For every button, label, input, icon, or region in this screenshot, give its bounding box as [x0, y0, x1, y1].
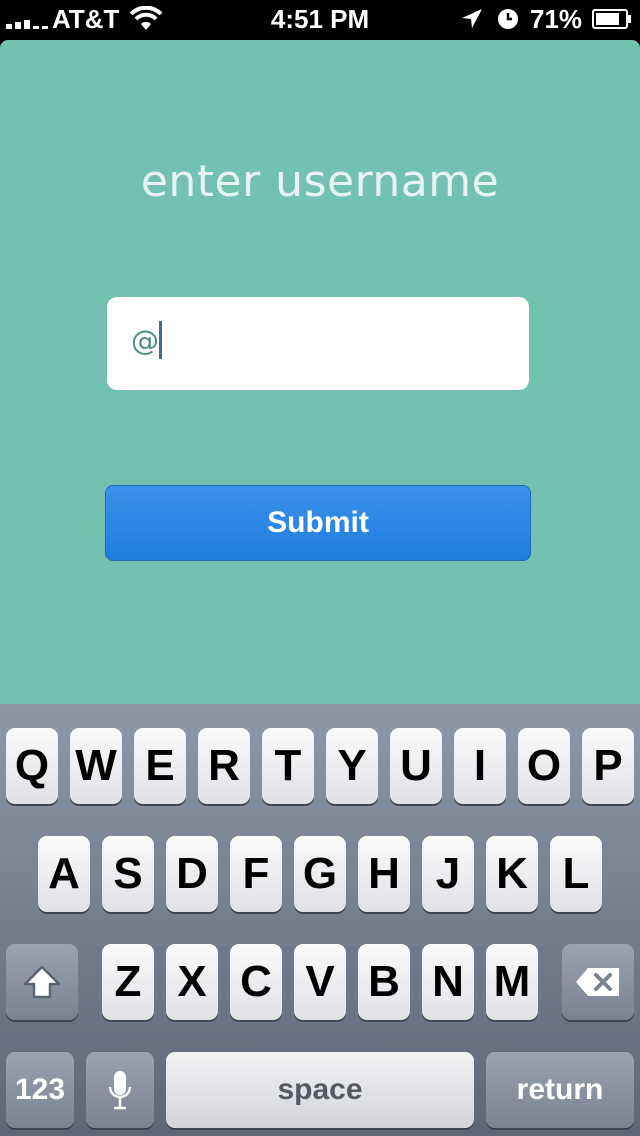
key-w[interactable]: W: [70, 728, 122, 804]
battery-percentage: 71%: [530, 4, 583, 34]
shift-key[interactable]: [6, 944, 78, 1020]
key-m[interactable]: M: [486, 944, 538, 1020]
key-e[interactable]: E: [134, 728, 186, 804]
username-input-value: @: [131, 324, 159, 357]
key-u[interactable]: U: [390, 728, 442, 804]
key-q[interactable]: Q: [6, 728, 58, 804]
location-arrow-icon: [462, 9, 482, 28]
alarm-clock-icon: [498, 9, 518, 29]
onscreen-keyboard: Q W E R T Y U I O P A S D F G H J K L Z …: [0, 704, 640, 1136]
numbers-key[interactable]: 123: [6, 1052, 74, 1128]
return-key[interactable]: return: [486, 1052, 634, 1128]
backspace-icon: [576, 968, 619, 996]
key-d[interactable]: D: [166, 836, 218, 912]
username-field[interactable]: @: [107, 297, 529, 390]
key-v[interactable]: V: [294, 944, 346, 1020]
key-z[interactable]: Z: [102, 944, 154, 1020]
key-l[interactable]: L: [550, 836, 602, 912]
key-s[interactable]: S: [102, 836, 154, 912]
page-title: enter username: [140, 156, 500, 207]
key-i[interactable]: I: [454, 728, 506, 804]
microphone-icon: [108, 1071, 132, 1110]
key-c[interactable]: C: [230, 944, 282, 1020]
key-n[interactable]: N: [422, 944, 474, 1020]
app-screen: enter username @ Submit: [0, 40, 640, 704]
key-g[interactable]: G: [294, 836, 346, 912]
key-x[interactable]: X: [166, 944, 218, 1020]
key-h[interactable]: H: [358, 836, 410, 912]
space-key[interactable]: space: [166, 1052, 474, 1128]
key-k[interactable]: K: [486, 836, 538, 912]
battery-icon: [592, 9, 631, 29]
dictation-key[interactable]: [86, 1052, 154, 1128]
key-b[interactable]: B: [358, 944, 410, 1020]
delete-key[interactable]: [562, 944, 634, 1020]
key-y[interactable]: Y: [326, 728, 378, 804]
key-p[interactable]: P: [582, 728, 634, 804]
key-a[interactable]: A: [38, 836, 90, 912]
submit-button[interactable]: Submit: [105, 485, 531, 561]
key-t[interactable]: T: [262, 728, 314, 804]
key-r[interactable]: R: [198, 728, 250, 804]
text-cursor: [159, 321, 162, 359]
key-o[interactable]: O: [518, 728, 570, 804]
status-bar: AT&T 4:51 PM 71%: [0, 0, 640, 40]
key-f[interactable]: F: [230, 836, 282, 912]
key-j[interactable]: J: [422, 836, 474, 912]
shift-arrow-icon: [23, 965, 61, 999]
